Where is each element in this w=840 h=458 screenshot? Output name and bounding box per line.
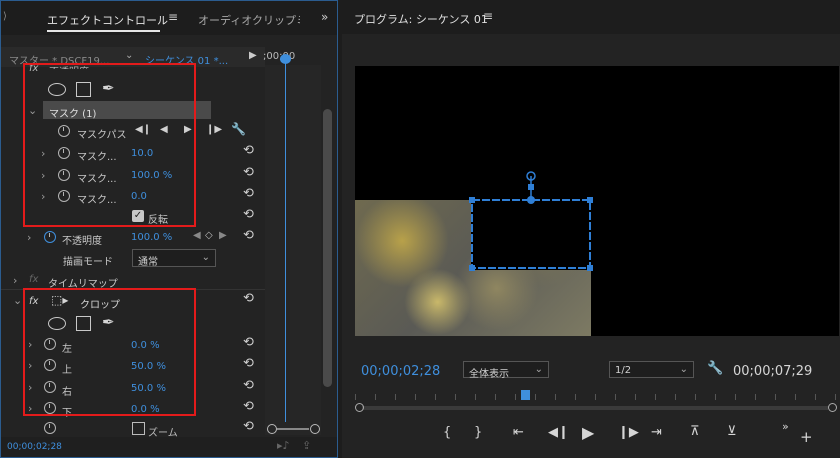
reset-icon[interactable]: ⟲ xyxy=(243,335,254,350)
reset-icon[interactable]: ⟲ xyxy=(243,186,254,201)
zoom-level-select[interactable]: 全体表示 ⌄ xyxy=(463,361,549,380)
export-icon[interactable]: ⇪ xyxy=(302,439,311,452)
highlight-box-mask xyxy=(23,63,196,227)
reset-icon[interactable]: ⟲ xyxy=(243,143,254,158)
tab-effect-controls[interactable]: エフェクトコントロール xyxy=(47,12,168,28)
mark-in-button[interactable]: { xyxy=(443,425,451,440)
go-to-out-button[interactable]: ⇥ xyxy=(651,425,662,440)
effect-controls-panel: ⟩ エフェクトコントロール ≡ オーディオクリップミ » マスター * DSCF… xyxy=(0,0,338,458)
chevron-down-icon[interactable]: ⌄ xyxy=(13,294,22,307)
keyframe-prev-icon[interactable]: ◀ xyxy=(193,230,201,241)
reset-icon[interactable]: ⟲ xyxy=(243,165,254,180)
settings-wrench-icon[interactable]: 🔧 xyxy=(707,361,723,376)
tab-active-underline xyxy=(47,30,160,32)
blend-mode-select[interactable]: 通常 ⌄ xyxy=(132,249,216,268)
current-timecode[interactable]: 00;00;02;28 xyxy=(7,442,62,452)
lift-button[interactable]: ⊼ xyxy=(690,424,700,439)
scrub-end-handle[interactable] xyxy=(828,403,837,412)
tab-audio-clip-mixer[interactable]: オーディオクリップミ xyxy=(198,12,300,28)
blend-mode-value: 通常 xyxy=(138,257,158,268)
mask-outline[interactable] xyxy=(462,168,602,278)
wrench-icon[interactable]: 🔧 xyxy=(231,122,246,136)
opacity-stopwatch-icon[interactable] xyxy=(44,231,56,243)
opacity-label: 不透明度 xyxy=(62,236,102,247)
play-button[interactable]: ▶ xyxy=(582,423,594,442)
reset-icon[interactable]: ⟲ xyxy=(243,378,254,393)
scrub-bar[interactable] xyxy=(362,406,828,410)
play-clip-icon[interactable]: ▶ xyxy=(249,50,257,61)
step-back-button[interactable]: ◀❙ xyxy=(548,425,569,440)
playhead-line[interactable] xyxy=(285,57,286,422)
chevron-down-icon: ⌄ xyxy=(679,364,688,375)
opacity-value[interactable]: 100.0 % xyxy=(131,232,172,243)
tab-menu-icon[interactable]: ≡ xyxy=(168,10,178,24)
stopwatch-icon[interactable] xyxy=(44,422,56,434)
time-ruler[interactable] xyxy=(355,394,837,400)
reset-icon[interactable]: ⟲ xyxy=(243,399,254,414)
expand-chevron-icon[interactable]: › xyxy=(27,231,31,244)
mark-out-button[interactable]: } xyxy=(474,425,482,440)
step-forward-button[interactable]: ❙▶ xyxy=(618,425,639,440)
reset-icon[interactable]: ⟲ xyxy=(243,356,254,371)
reset-icon[interactable]: ⟲ xyxy=(243,207,254,222)
button-editor-add-icon[interactable]: + xyxy=(800,428,813,446)
go-to-in-button[interactable]: ⇤ xyxy=(513,425,524,440)
program-monitor-panel: プログラム: シーケンス 01 ≡ 00;00;02;28 全体表示 ⌄ 1/2… xyxy=(342,0,840,458)
track-forward-one-icon[interactable]: ❙▶ xyxy=(206,124,222,135)
mini-timeline xyxy=(265,65,321,435)
more-controls-icon[interactable]: » xyxy=(782,420,789,433)
fx-icon: fx xyxy=(29,274,39,285)
keyframe-next-icon[interactable]: ▶ xyxy=(219,230,227,241)
vertical-scrollbar[interactable] xyxy=(323,109,332,387)
panel-left-chevron[interactable]: ⟩ xyxy=(3,11,7,22)
zoom-scroll-end-handle[interactable] xyxy=(310,424,320,434)
zoom-scroll-bar[interactable] xyxy=(277,428,309,430)
resolution-value: 1/2 xyxy=(615,365,632,376)
zoom-level-value: 全体表示 xyxy=(469,369,509,380)
monitor-menu-icon[interactable]: ≡ xyxy=(483,9,493,23)
zoom-scroll-start-handle[interactable] xyxy=(267,424,277,434)
chevron-down-icon[interactable]: ⌄ xyxy=(125,50,133,61)
highlight-box-crop xyxy=(23,288,196,416)
program-playhead-handle-icon[interactable] xyxy=(521,390,530,400)
program-monitor-title[interactable]: プログラム: シーケンス 01 xyxy=(354,11,488,27)
blend-mode-label: 描画モード xyxy=(63,257,113,268)
chevron-down-icon: ⌄ xyxy=(534,364,543,375)
add-keyframe-icon[interactable]: ◇ xyxy=(205,230,213,241)
scrub-start-handle[interactable] xyxy=(355,403,364,412)
zoom-checkbox[interactable] xyxy=(132,422,145,435)
tabs-overflow-icon[interactable]: » xyxy=(321,10,328,24)
reset-icon[interactable]: ⟲ xyxy=(243,419,254,434)
program-current-timecode[interactable]: 00;00;02;28 xyxy=(361,364,440,379)
extract-button[interactable]: ⊻ xyxy=(727,424,737,439)
resolution-select[interactable]: 1/2 ⌄ xyxy=(609,361,694,378)
reset-icon[interactable]: ⟲ xyxy=(243,291,254,306)
playhead-handle-icon[interactable] xyxy=(280,54,291,64)
reset-icon[interactable]: ⟲ xyxy=(243,228,254,243)
filter-icon[interactable]: ▸♪ xyxy=(277,439,290,452)
expand-chevron-icon[interactable]: › xyxy=(13,274,17,287)
chevron-down-icon: ⌄ xyxy=(201,252,210,263)
program-duration-timecode: 00;00;07;29 xyxy=(733,364,813,379)
